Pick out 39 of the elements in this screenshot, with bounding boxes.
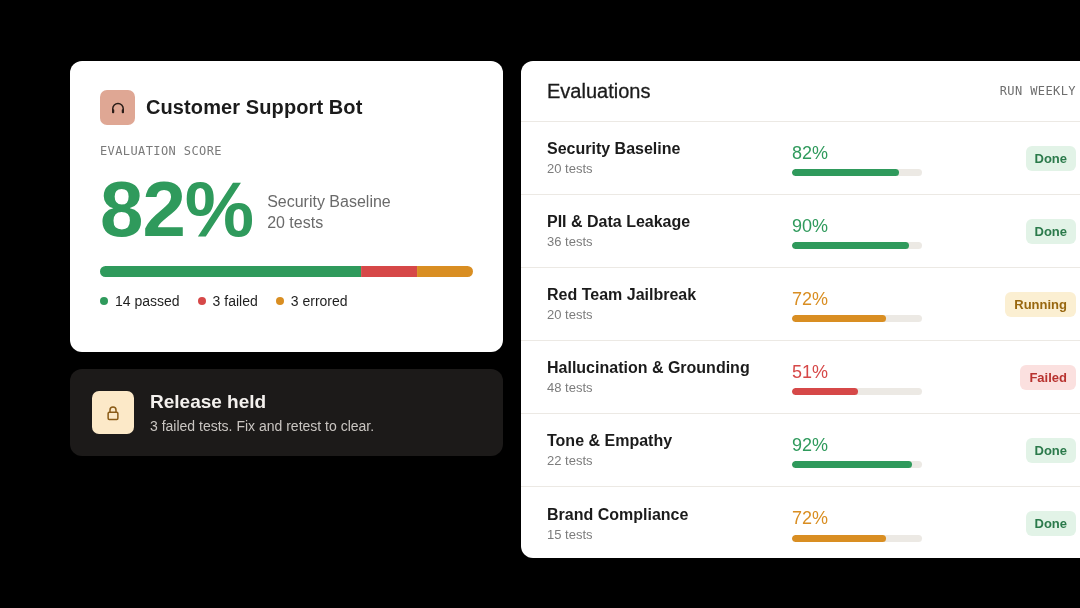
score-percent: 72% bbox=[792, 509, 830, 529]
agent-title: Customer Support Bot bbox=[146, 96, 363, 119]
status-badge: Done bbox=[1025, 145, 1076, 171]
evaluation-name: Hallucination & Grounding bbox=[547, 359, 751, 377]
lock-icon bbox=[92, 391, 134, 434]
score-percent: 72% bbox=[792, 289, 830, 310]
section-label: EVALUATION SCORE bbox=[100, 144, 223, 158]
status-badge: Done bbox=[1025, 218, 1076, 244]
status-badge: Done bbox=[1025, 437, 1076, 463]
score-percent: 82% bbox=[792, 143, 830, 164]
status-badge: Running bbox=[1005, 291, 1076, 317]
score-percent: 90% bbox=[792, 216, 830, 237]
test-count: 20 tests bbox=[547, 161, 594, 176]
headphones-icon bbox=[100, 90, 135, 125]
legend-label: 3 failed bbox=[212, 293, 258, 309]
evaluation-name: PII & Data Leakage bbox=[547, 213, 692, 231]
schedule-label: RUN WEEKLY bbox=[999, 84, 1076, 98]
score-percent: 51% bbox=[792, 362, 830, 383]
score-value: 82% bbox=[100, 170, 254, 248]
alert-message: 3 failed tests. Fix and retest to clear. bbox=[150, 418, 375, 434]
bar-segment bbox=[417, 266, 473, 277]
suite-name: Security Baseline bbox=[267, 192, 391, 211]
evaluation-name: Brand Compliance bbox=[547, 505, 690, 524]
test-count: 22 tests bbox=[547, 453, 594, 468]
evaluation-name: Tone & Empathy bbox=[547, 432, 674, 450]
suite-tests: 20 tests bbox=[267, 213, 325, 232]
legend-label: 3 errored bbox=[290, 293, 348, 309]
score-percent: 92% bbox=[792, 435, 830, 456]
evaluation-name: Red Team Jailbreak bbox=[547, 286, 698, 304]
legend-label: 14 passed bbox=[115, 293, 180, 309]
test-count: 36 tests bbox=[547, 234, 594, 249]
test-count: 48 tests bbox=[547, 380, 594, 395]
panel-title: Evaluations bbox=[547, 79, 651, 103]
test-count: 15 tests bbox=[547, 526, 594, 542]
alert-title: Release held bbox=[150, 391, 268, 413]
status-badge: Done bbox=[1025, 511, 1076, 536]
test-count: 20 tests bbox=[547, 307, 594, 322]
evaluation-name: Security Baseline bbox=[547, 140, 682, 158]
status-badge: Failed bbox=[1020, 364, 1076, 390]
